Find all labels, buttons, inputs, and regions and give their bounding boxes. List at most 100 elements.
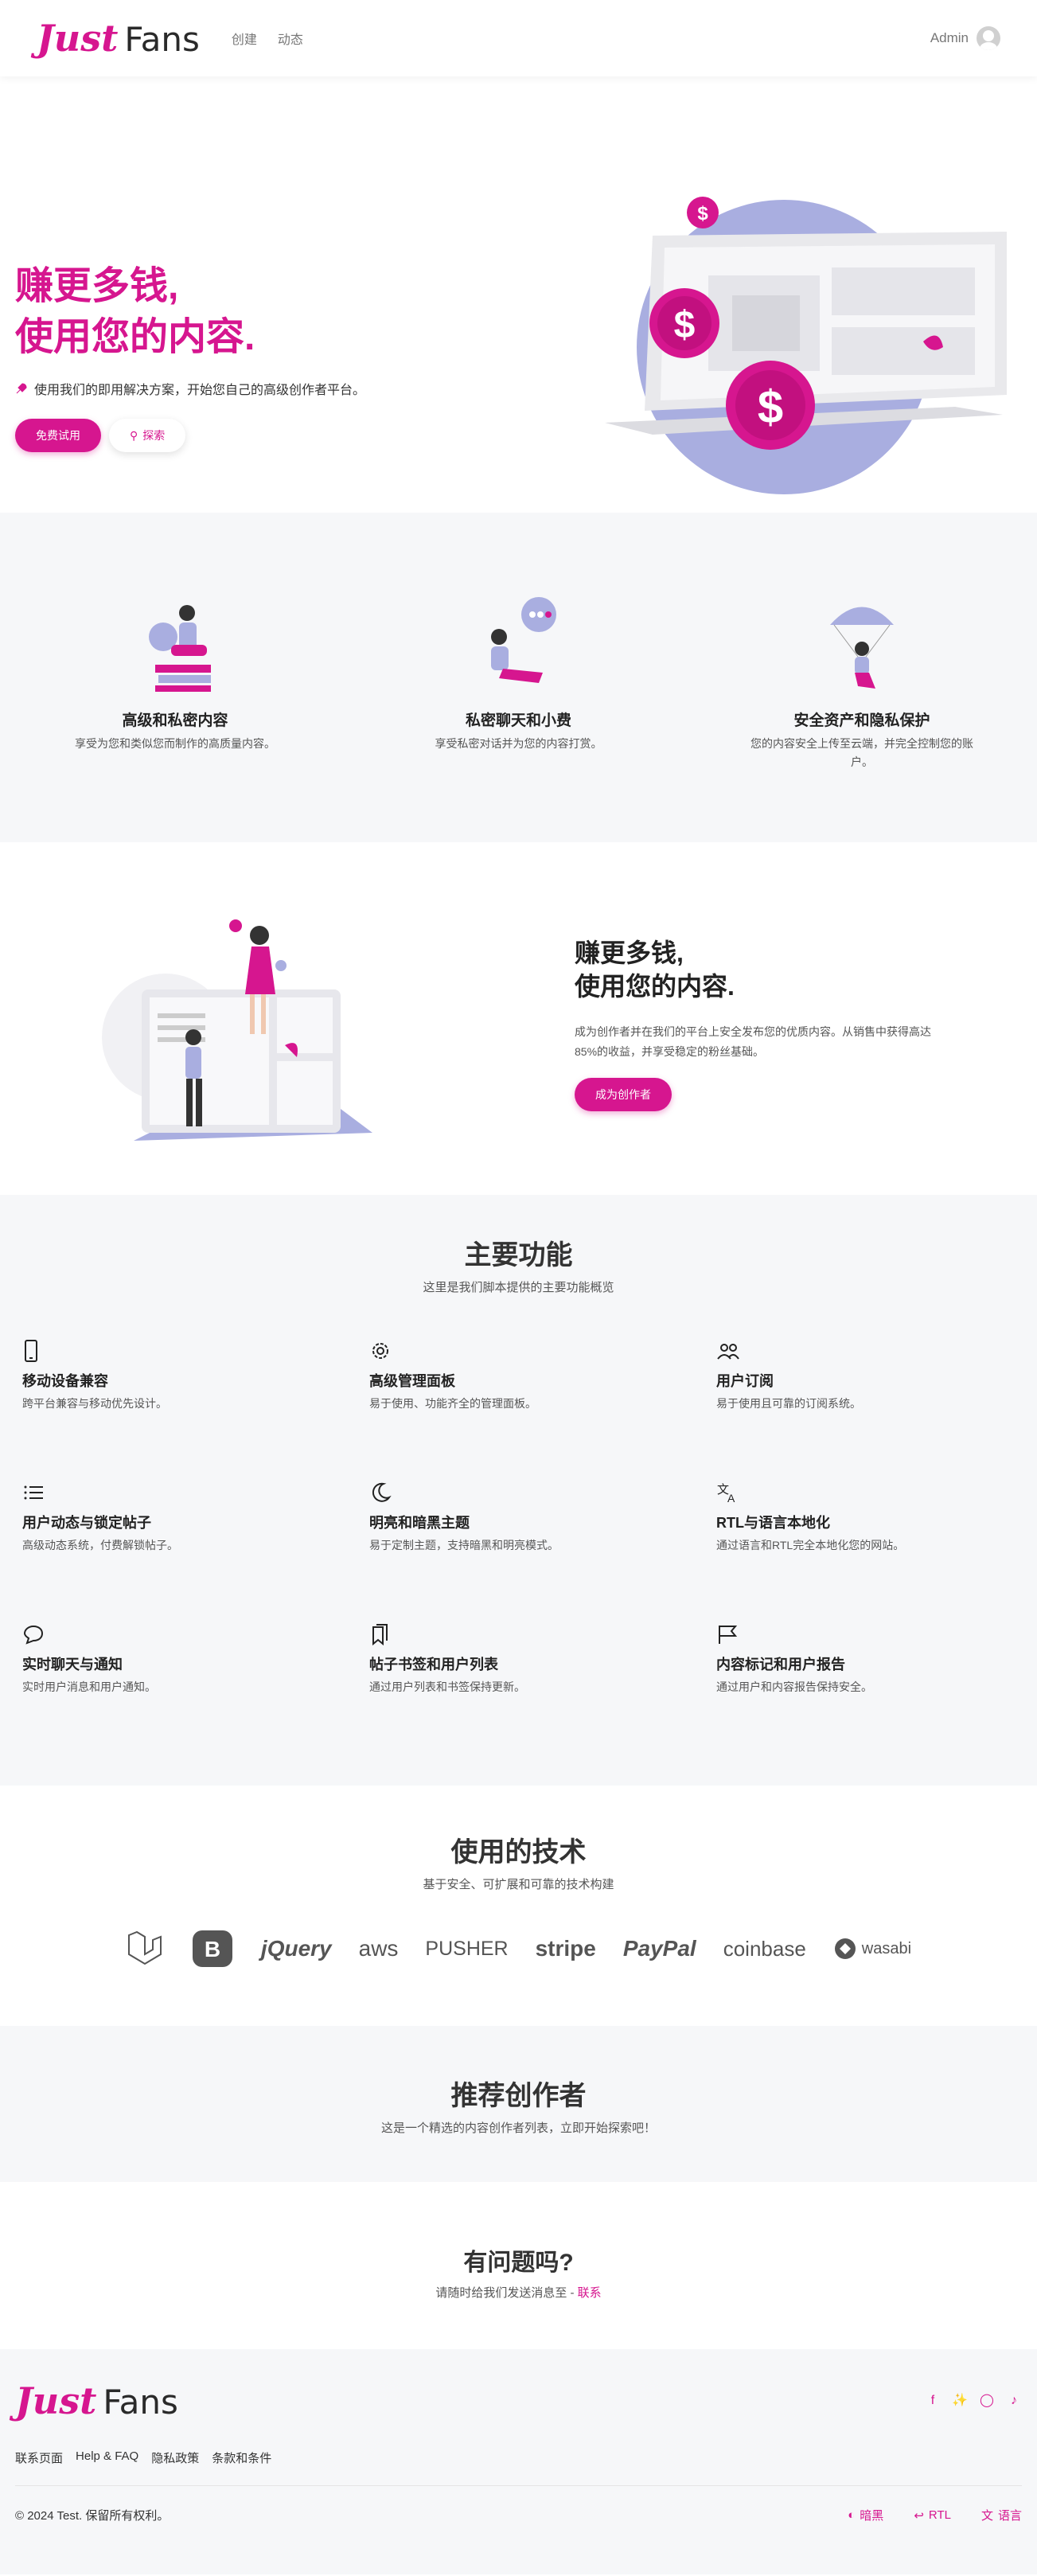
instagram-icon[interactable]: ◯ <box>979 2393 995 2409</box>
language-label: 语言 <box>997 2509 1022 2523</box>
moon-icon <box>372 1482 392 1502</box>
coinbase-logo: coinbase <box>723 1936 806 1961</box>
laravel-logo-icon <box>127 1930 162 1965</box>
users-icon <box>717 1344 739 1360</box>
user-menu[interactable]: Admin <box>930 26 1000 50</box>
footer-top: Just Fans f ✨ ◯ ♪ <box>15 2383 1022 2419</box>
footer-link-help[interactable]: Help & FAQ <box>76 2449 138 2466</box>
explore-button[interactable]: ⚲ 探索 <box>109 419 186 452</box>
feature-desc: 易于使用、功能齐全的管理面板。 <box>369 1397 536 1410</box>
nav-link-feed[interactable]: 动态 <box>278 29 303 48</box>
highlight-desc: 享受私密对话并为您的内容打赏。 <box>435 737 602 750</box>
become-creator-section: 赚更多钱, 使用您的内容. 成为创作者并在我们的平台上安全发布您的优质内容。从销… <box>0 842 1037 1195</box>
rocket-icon <box>16 383 27 394</box>
svg-text:$: $ <box>758 381 783 433</box>
become-creator-button[interactable]: 成为创作者 <box>575 1078 672 1111</box>
highlight-card: 私密聊天和小费 享受私密对话并为您的内容打赏。 <box>376 589 662 842</box>
contact-link[interactable]: 联系 <box>578 2286 602 2300</box>
feature-title: RTL与语言本地化 <box>716 1515 830 1531</box>
bookmarks-icon <box>372 1624 388 1645</box>
aws-logo: aws <box>358 1936 399 1961</box>
explore-button-label: 探索 <box>142 429 166 442</box>
phone-icon <box>25 1340 37 1362</box>
feature-title: 帖子书签和用户列表 <box>369 1657 498 1672</box>
features-grid: 移动设备兼容 跨平台兼容与移动优先设计。 高级管理面板 易于使用、功能齐全的管理… <box>0 1295 1037 1695</box>
wasabi-logo: wasabi <box>833 1937 911 1961</box>
avatar[interactable] <box>977 26 1000 50</box>
rtl-toggle[interactable]: ↩ RTL <box>914 2507 951 2523</box>
feature-item: 明亮和暗黑主题 易于定制主题，支持暗黑和明亮模式。 <box>369 1481 716 1553</box>
feature-item: 文A RTL与语言本地化 通过语言和RTL完全本地化您的网站。 <box>716 1481 1037 1553</box>
creator-text: 赚更多钱, 使用您的内容. 成为创作者并在我们的平台上安全发布您的优质内容。从销… <box>575 936 941 1111</box>
creator-desc: 成为创作者并在我们的平台上安全发布您的优质内容。从销售中获得高达85%的收益，并… <box>575 1025 931 1058</box>
footer-link-contact[interactable]: 联系页面 <box>15 2449 63 2466</box>
feature-title: 移动设备兼容 <box>22 1373 108 1389</box>
creator-title-line1: 赚更多钱, <box>575 939 684 967</box>
gear-icon <box>372 1343 388 1359</box>
logo-fans: Fans <box>124 20 200 59</box>
footer-logo-just: Just <box>15 2379 97 2422</box>
hero-subtitle: 使用我们的即用解决方案，开始您自己的高级创作者平台。 <box>15 379 365 398</box>
site-logo[interactable]: Just Fans <box>37 20 200 57</box>
feature-desc: 跨平台兼容与移动优先设计。 <box>22 1397 167 1410</box>
feature-title: 实时聊天与通知 <box>22 1657 123 1672</box>
top-navbar: Just Fans 创建 动态 Admin <box>0 0 1037 76</box>
translate-icon: 文 <box>980 2509 993 2523</box>
tech-title: 使用的技术 <box>450 1837 587 1868</box>
footer-toggles: ◐ 暗黑 ↩ RTL 文语言 <box>848 2507 1022 2523</box>
pusher-logo: PUSHER <box>425 1937 509 1960</box>
tech-subtitle: 基于安全、可扩展和可靠的技术构建 <box>423 1878 614 1891</box>
copyright: © 2024 Test. 保留所有权利。 <box>15 2509 170 2523</box>
contact-text: 请随时给我们发送消息至 - 联系 <box>0 2284 1037 2301</box>
main-features-title: 主要功能 <box>464 1240 573 1270</box>
free-trial-button[interactable]: 免费试用 <box>15 419 101 452</box>
search-icon: ⚲ <box>130 428 138 442</box>
paypal-logo: PayPal <box>622 1936 696 1961</box>
footer-link-privacy[interactable]: 隐私政策 <box>151 2449 199 2466</box>
svg-text:$: $ <box>697 203 708 224</box>
hero-title-line1: 赚更多钱, <box>15 265 179 307</box>
highlight-title: 安全资产和隐私保护 <box>793 712 930 729</box>
list-icon <box>24 1485 43 1500</box>
translate-icon: 文A <box>717 1482 735 1504</box>
highlight-card: 高级和私密内容 享受为您和类似您而制作的高质量内容。 <box>32 589 318 842</box>
feature-desc: 通过用户列表和书签保持更新。 <box>369 1680 525 1693</box>
twitter-icon[interactable]: ✨ <box>952 2393 968 2409</box>
hero-title: 赚更多钱, 使用您的内容. <box>15 261 365 363</box>
secure-assets-illustration <box>830 607 894 689</box>
featured-creators-subtitle: 这是一个精选的内容创作者列表，立即开始探索吧！ <box>380 2121 656 2135</box>
nav-link-create[interactable]: 创建 <box>232 29 257 48</box>
footer-logo[interactable]: Just Fans <box>15 2383 178 2419</box>
tech-logos: B jQuery aws PUSHER stripe PayPal coinba… <box>0 1929 1037 1969</box>
facebook-icon[interactable]: f <box>925 2393 941 2409</box>
arrow-left-icon: ↩ <box>914 2508 924 2523</box>
highlight-desc: 您的内容安全上传至云端，并完全控制您的账户。 <box>750 737 973 768</box>
dark-mode-toggle[interactable]: ◐ 暗黑 <box>848 2507 883 2523</box>
feature-desc: 易于使用且可靠的订阅系统。 <box>716 1397 861 1410</box>
language-selector[interactable]: 文语言 <box>981 2507 1022 2523</box>
rtl-label: RTL <box>928 2508 951 2522</box>
logo-just: Just <box>37 17 119 60</box>
creator-title-line2: 使用您的内容. <box>575 972 735 1001</box>
wasabi-label: wasabi <box>861 1939 912 1957</box>
footer-link-terms[interactable]: 条款和条件 <box>212 2449 271 2466</box>
feature-title: 内容标记和用户报告 <box>716 1657 845 1672</box>
svg-text:$: $ <box>674 304 696 346</box>
svg-text:B: B <box>205 1937 220 1961</box>
footer-links: 联系页面 Help & FAQ 隐私政策 条款和条件 <box>15 2449 1022 2466</box>
main-features-section: 主要功能 这里是我们脚本提供的主要功能概览 移动设备兼容 跨平台兼容与移动优先设… <box>0 1195 1037 1786</box>
content-illustration <box>149 605 211 692</box>
footer-logo-fans: Fans <box>103 2383 178 2422</box>
feature-title: 明亮和暗黑主题 <box>369 1515 470 1531</box>
tiktok-icon[interactable]: ♪ <box>1006 2393 1022 2409</box>
chat-icon <box>23 1625 44 1645</box>
feature-desc: 实时用户消息和用户通知。 <box>22 1680 156 1693</box>
contact-prompt: 请随时给我们发送消息至 - <box>435 2286 575 2300</box>
feature-title: 高级管理面板 <box>369 1373 455 1389</box>
technologies-section: 使用的技术 基于安全、可扩展和可靠的技术构建 B jQuery aws PUSH… <box>0 1786 1037 2026</box>
laptop-money-illustration: $ $ $ <box>605 197 1007 494</box>
user-name: Admin <box>930 30 969 45</box>
feature-item: 用户订阅 易于使用且可靠的订阅系统。 <box>716 1340 1037 1411</box>
chat-tips-illustration <box>490 597 556 683</box>
hero-title-line2: 使用您的内容. <box>15 316 255 358</box>
